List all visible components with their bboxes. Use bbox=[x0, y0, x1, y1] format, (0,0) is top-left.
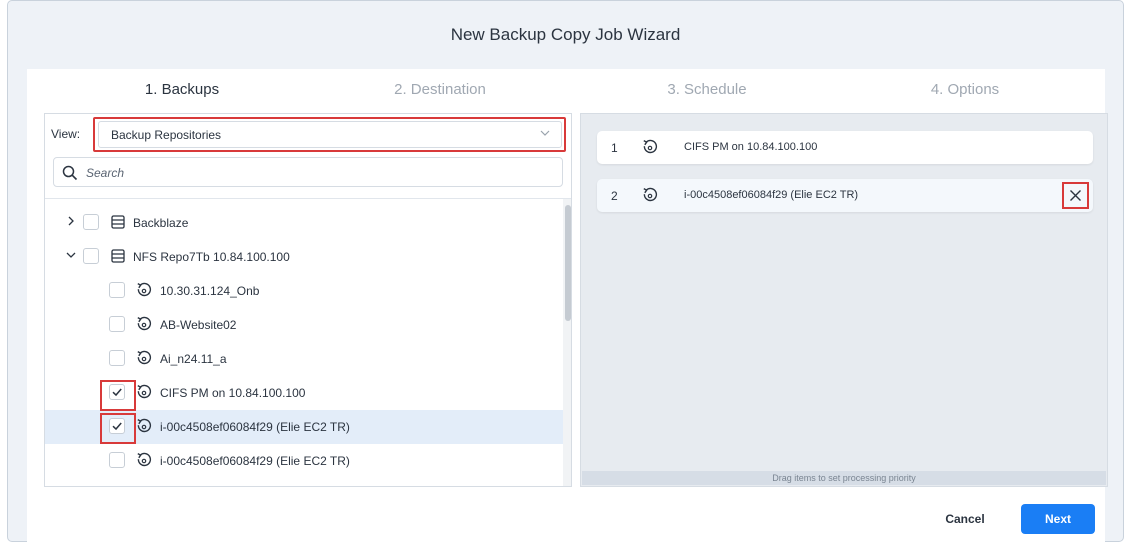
chevron-down-icon bbox=[540, 130, 550, 136]
tree-row-backup[interactable] bbox=[45, 478, 563, 487]
step-options[interactable]: 4. Options bbox=[865, 81, 1065, 98]
checkbox-checked[interactable] bbox=[109, 384, 125, 400]
tree-item-label: AB-Website02 bbox=[160, 318, 237, 332]
checkbox[interactable] bbox=[109, 316, 125, 332]
item-label: i-00c4508ef06084f29 (Elie EC2 TR) bbox=[684, 189, 859, 201]
tree-row-backup[interactable]: AB-Website02 bbox=[45, 308, 563, 342]
tree-row-backblaze[interactable]: Backblaze bbox=[45, 206, 563, 240]
tree-row-backup[interactable]: i-00c4508ef06084f29 (Elie EC2 TR) bbox=[45, 444, 563, 478]
tree-item-label: i-00c4508ef06084f29 (Elie EC2 TR) bbox=[160, 420, 350, 434]
backup-restore-icon bbox=[137, 282, 152, 297]
wizard-window: New Backup Copy Job Wizard 1. Backups 2.… bbox=[7, 0, 1124, 543]
checkbox[interactable] bbox=[83, 248, 99, 264]
database-icon bbox=[111, 215, 125, 229]
tree-item-label: i-00c4508ef06084f29 (Elie EC2 TR) bbox=[160, 454, 350, 468]
step-schedule[interactable]: 3. Schedule bbox=[607, 81, 807, 98]
backup-restore-icon bbox=[137, 350, 152, 365]
database-icon bbox=[111, 249, 125, 263]
close-icon bbox=[1070, 190, 1081, 201]
tree-item-label: Ai_n24.11_a bbox=[160, 352, 227, 366]
backup-restore-icon bbox=[137, 418, 152, 433]
view-label: View: bbox=[51, 127, 81, 141]
checkbox[interactable] bbox=[83, 214, 99, 230]
tree-item-label: 10.30.31.124_Onb bbox=[160, 284, 260, 298]
checkbox[interactable] bbox=[109, 350, 125, 366]
selected-item[interactable]: 1 CIFS PM on 10.84.100.100 bbox=[597, 131, 1093, 164]
backup-restore-icon bbox=[137, 384, 152, 399]
tree-row-nfs-repo[interactable]: NFS Repo7Tb 10.84.100.100 bbox=[45, 240, 563, 274]
scrollbar-thumb[interactable] bbox=[565, 205, 571, 321]
backup-restore-icon bbox=[137, 316, 152, 331]
step-destination[interactable]: 2. Destination bbox=[340, 81, 540, 98]
selected-item[interactable]: 2 i-00c4508ef06084f29 (Elie EC2 TR) bbox=[597, 179, 1093, 212]
tree-item-label: NFS Repo7Tb 10.84.100.100 bbox=[133, 250, 290, 264]
search-input[interactable] bbox=[84, 162, 548, 184]
item-label: CIFS PM on 10.84.100.100 bbox=[684, 141, 818, 153]
next-button[interactable]: Next bbox=[1021, 504, 1095, 534]
tree-row-backup[interactable]: Ai_n24.11_a bbox=[45, 342, 563, 376]
tree-item-label: CIFS PM on 10.84.100.100 bbox=[160, 386, 306, 400]
backup-restore-icon bbox=[135, 485, 153, 487]
tree-item-label: Backblaze bbox=[133, 216, 189, 230]
chevron-down-icon[interactable] bbox=[65, 249, 77, 261]
backup-restore-icon bbox=[643, 139, 658, 154]
wizard-title: New Backup Copy Job Wizard bbox=[450, 25, 681, 44]
step-backups[interactable]: 1. Backups bbox=[82, 81, 282, 98]
view-dropdown-value: Backup Repositories bbox=[111, 128, 222, 142]
tree-row-backup[interactable]: CIFS PM on 10.84.100.100 bbox=[45, 376, 563, 410]
cancel-button[interactable]: Cancel bbox=[930, 504, 1000, 534]
remove-item-button[interactable] bbox=[1062, 182, 1089, 209]
checkbox[interactable] bbox=[109, 486, 125, 487]
search-box[interactable] bbox=[53, 157, 563, 187]
tree-row-backup-selected[interactable]: i-00c4508ef06084f29 (Elie EC2 TR) bbox=[45, 410, 563, 444]
wizard-body: 1. Backups 2. Destination 3. Schedule 4.… bbox=[27, 69, 1108, 543]
item-number: 2 bbox=[611, 189, 618, 203]
view-dropdown[interactable]: Backup Repositories bbox=[98, 121, 562, 148]
chevron-right-icon[interactable] bbox=[65, 215, 77, 227]
repository-tree: Backblaze NFS Repo7Tb 10.84.100.100 10.3… bbox=[45, 199, 563, 487]
tree-row-backup[interactable]: 10.30.31.124_Onb bbox=[45, 274, 563, 308]
checkmark-icon bbox=[112, 422, 122, 431]
backup-restore-icon bbox=[643, 187, 658, 202]
checkbox[interactable] bbox=[109, 452, 125, 468]
wizard-steps: 1. Backups 2. Destination 3. Schedule 4.… bbox=[27, 69, 1105, 113]
item-number: 1 bbox=[611, 141, 618, 155]
search-icon bbox=[62, 165, 78, 181]
checkmark-icon bbox=[112, 388, 122, 397]
view-row: View: Backup Repositories bbox=[45, 114, 571, 154]
checkbox[interactable] bbox=[109, 282, 125, 298]
tree-scrollbar[interactable] bbox=[563, 199, 571, 486]
backup-restore-icon bbox=[137, 452, 152, 467]
selected-backups-panel: 1 CIFS PM on 10.84.100.100 2 i-00c4508ef… bbox=[580, 113, 1108, 487]
backup-selection-panel: View: Backup Repositories Search Backbla… bbox=[44, 113, 572, 487]
checkbox-checked[interactable] bbox=[109, 418, 125, 434]
drag-hint: Drag items to set processing priority bbox=[582, 471, 1106, 485]
